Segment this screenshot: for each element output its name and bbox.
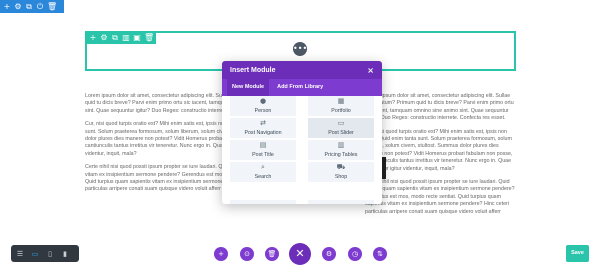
trash-icon[interactable]: 🗑: [144, 33, 154, 42]
search-icon: ⌕: [261, 163, 265, 171]
load-icon[interactable]: ⊙: [240, 247, 254, 261]
portfolio-icon: ▦: [337, 97, 345, 105]
module-post-title[interactable]: ▤ Post Title: [230, 140, 296, 160]
post-navigation-icon: ⇄: [260, 119, 266, 127]
more-options-icon[interactable]: •••: [293, 42, 307, 56]
tab-add-from-library[interactable]: Add From Library: [272, 79, 328, 96]
module-label: Post Navigation: [244, 130, 282, 136]
duplicate-icon[interactable]: ⧉: [25, 2, 33, 11]
view-mode-toolbar: ☰ ▭ ▯ ▮: [11, 245, 79, 262]
modal-tabs: New Module Add From Library: [222, 79, 382, 96]
module-label: Post Title: [252, 152, 274, 158]
module-label: Search: [254, 174, 272, 180]
module-shop[interactable]: ⛟ Shop: [308, 162, 374, 182]
module-partial[interactable]: [308, 200, 374, 204]
module-label: Person: [254, 108, 272, 114]
phone-icon[interactable]: ▮: [60, 249, 70, 259]
shop-icon: ⛟: [336, 163, 346, 171]
power-icon[interactable]: ⏻: [36, 2, 44, 11]
trash-icon[interactable]: 🗑: [265, 247, 279, 261]
module-label: Pricing Tables: [324, 152, 358, 158]
save-button[interactable]: Save: [566, 245, 589, 262]
module-label: Shop: [334, 174, 348, 180]
module-portfolio[interactable]: ▦ Portfolio: [308, 96, 374, 116]
hamburger-icon[interactable]: ☰: [15, 249, 25, 259]
settings-icon[interactable]: ⚙: [322, 247, 336, 261]
post-slider-icon: ▭: [337, 119, 345, 127]
columns-icon[interactable]: ▥: [122, 33, 130, 42]
history-icon[interactable]: ◷: [348, 247, 362, 261]
module-post-slider[interactable]: ▭ Post Slider: [308, 118, 374, 138]
plus-icon[interactable]: +: [3, 2, 11, 11]
module-partial[interactable]: [230, 200, 296, 204]
gear-icon[interactable]: ⚙: [14, 2, 22, 11]
trash-icon[interactable]: 🗑: [47, 2, 57, 11]
modal-header: Insert Module ×: [222, 61, 382, 79]
close-icon[interactable]: ×: [367, 66, 374, 75]
row-toolbar: + ⚙ ⧉ ▥ ▣ 🗑: [85, 31, 156, 44]
modal-title: Insert Module: [230, 66, 276, 74]
module-row-partial: [230, 200, 374, 204]
module-label: Portfolio: [331, 108, 351, 114]
person-icon: ●: [259, 97, 267, 105]
duplicate-icon[interactable]: ⧉: [111, 33, 119, 42]
plus-icon[interactable]: +: [89, 33, 97, 42]
paragraph: Lorem ipsum dolor sit amet, consectetur …: [365, 93, 514, 122]
paragraph: Certe nihil nisi quod possit ipsum propt…: [365, 179, 515, 215]
portability-icon[interactable]: ⇅: [373, 247, 387, 261]
module-label: Post Slider: [328, 130, 354, 136]
close-icon[interactable]: ✕: [289, 243, 311, 265]
pricing-tables-icon: ▥: [337, 141, 345, 149]
desktop-icon[interactable]: ▭: [30, 249, 40, 259]
text-column-right: Lorem ipsum dolor sit amet, consectetur …: [365, 93, 515, 222]
module-grid: ● Person ▦ Portfolio ⇄ Post Navigation ▭…: [230, 96, 374, 182]
gear-icon[interactable]: ⚙: [100, 33, 108, 42]
module-search[interactable]: ⌕ Search: [230, 162, 296, 182]
section-toolbar: + ⚙ ⧉ ⏻ 🗑: [0, 0, 64, 13]
module-person[interactable]: ● Person: [230, 96, 296, 116]
save-icon[interactable]: ▣: [133, 33, 141, 42]
paragraph: Cur, nisi quod turpis oratio est? Mihi e…: [365, 128, 513, 172]
tab-new-module[interactable]: New Module: [227, 79, 270, 96]
insert-module-modal: Insert Module × New Module Add From Libr…: [222, 61, 382, 204]
post-title-icon: ▤: [259, 141, 267, 149]
add-icon[interactable]: +: [214, 247, 228, 261]
module-post-navigation[interactable]: ⇄ Post Navigation: [230, 118, 296, 138]
tablet-icon[interactable]: ▯: [45, 249, 55, 259]
module-pricing-tables[interactable]: ▥ Pricing Tables: [308, 140, 374, 160]
